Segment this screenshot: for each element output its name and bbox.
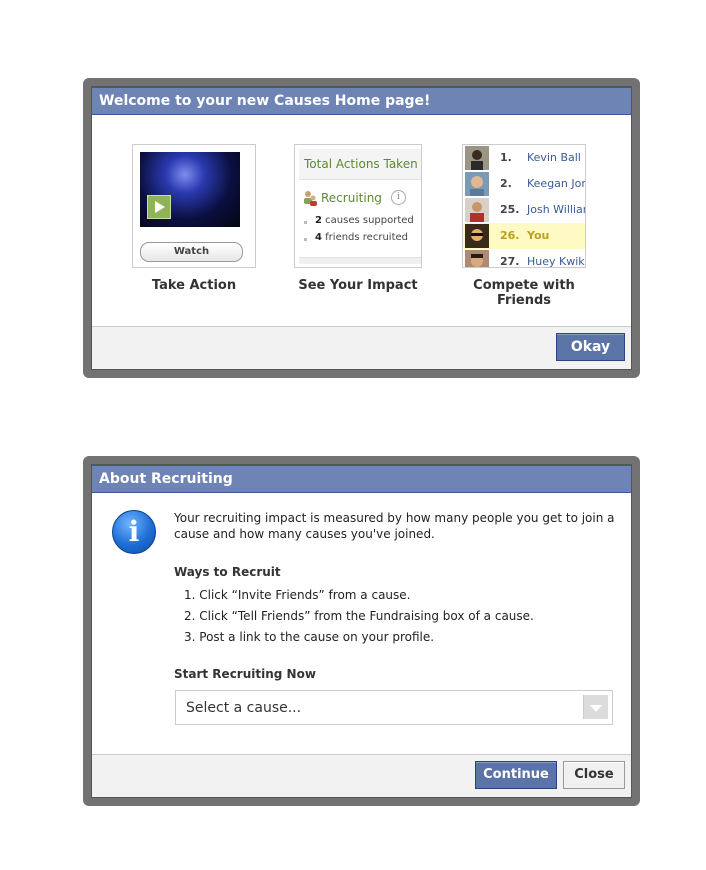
impact-count: 4 bbox=[315, 232, 322, 243]
impact-text: friends recruited bbox=[325, 232, 408, 243]
leaderboard-row-you[interactable]: 26. You bbox=[463, 223, 585, 249]
leaderboard-row[interactable]: 1. Kevin Ball bbox=[463, 145, 585, 171]
welcome-dialog-title: Welcome to your new Causes Home page! bbox=[92, 87, 631, 115]
impact-line: 4 friends recruited bbox=[304, 232, 408, 243]
welcome-dialog: Welcome to your new Causes Home page! Wa… bbox=[83, 78, 640, 378]
leaderboard-name[interactable]: Huey Kwik bbox=[527, 255, 585, 267]
avatar bbox=[465, 250, 489, 267]
avatar bbox=[465, 172, 489, 196]
info-icon[interactable]: i bbox=[391, 190, 406, 205]
compete-caption: Compete with Friends bbox=[473, 278, 575, 308]
impact-panel: Total Actions Taken Recruiting i 2 cause… bbox=[294, 144, 422, 268]
about-recruiting-title: About Recruiting bbox=[92, 465, 631, 493]
intro-text-line-2: cause and how many causes you've joined. bbox=[174, 527, 435, 541]
ways-list-item: 2. Click “Tell Friends” from the Fundrai… bbox=[184, 609, 534, 623]
chevron-down-icon[interactable] bbox=[583, 695, 608, 719]
impact-count: 2 bbox=[315, 215, 322, 226]
start-heading: Start Recruiting Now bbox=[174, 667, 316, 681]
avatar bbox=[465, 146, 489, 170]
leaderboard-rank: 25. bbox=[500, 203, 520, 216]
welcome-dialog-footer: Okay bbox=[92, 326, 631, 369]
impact-header: Total Actions Taken bbox=[299, 149, 421, 180]
recruiting-label: Recruiting bbox=[321, 191, 382, 205]
okay-button[interactable]: Okay bbox=[556, 333, 625, 361]
about-recruiting-dialog: About Recruiting i Your recruiting impac… bbox=[83, 456, 640, 806]
take-action-caption: Take Action bbox=[151, 278, 237, 293]
leaderboard-name: You bbox=[527, 229, 550, 242]
ways-heading: Ways to Recruit bbox=[174, 565, 281, 579]
intro-text-line-1: Your recruiting impact is measured by ho… bbox=[174, 511, 615, 525]
play-icon[interactable] bbox=[147, 195, 171, 219]
leaderboard-row[interactable]: 25. Josh Williams bbox=[463, 197, 585, 223]
impact-caption: See Your Impact bbox=[298, 278, 418, 293]
watch-button[interactable]: Watch bbox=[140, 242, 243, 262]
video-thumbnail[interactable] bbox=[140, 152, 240, 227]
compete-panel: 1. Kevin Ball 2. Keegan Jones 25. Josh W… bbox=[462, 144, 586, 268]
continue-button[interactable]: Continue bbox=[475, 761, 557, 789]
avatar bbox=[465, 224, 489, 248]
impact-line: 2 causes supported bbox=[304, 215, 414, 226]
impact-text: causes supported bbox=[325, 215, 414, 226]
leaderboard-rank: 26. bbox=[500, 229, 520, 242]
cause-select-value: Select a cause... bbox=[186, 700, 302, 716]
people-icon bbox=[304, 191, 317, 206]
close-button[interactable]: Close bbox=[563, 761, 625, 789]
leaderboard-rank: 27. bbox=[500, 255, 520, 268]
info-icon: i bbox=[112, 510, 156, 554]
avatar bbox=[465, 198, 489, 222]
leaderboard-row[interactable]: 27. Huey Kwik bbox=[463, 249, 585, 268]
leaderboard-name[interactable]: Keegan Jones bbox=[527, 177, 585, 190]
leaderboard-row[interactable]: 2. Keegan Jones bbox=[463, 171, 585, 197]
impact-footer-bar bbox=[299, 257, 421, 264]
take-action-panel: Watch bbox=[132, 144, 256, 268]
ways-list-item: 1. Click “Invite Friends” from a cause. bbox=[184, 588, 411, 602]
welcome-dialog-body: Welcome to your new Causes Home page! Wa… bbox=[91, 86, 632, 370]
leaderboard-name[interactable]: Kevin Ball bbox=[527, 151, 581, 164]
cause-select[interactable]: Select a cause... bbox=[175, 690, 613, 725]
leaderboard-rank: 2. bbox=[500, 177, 512, 190]
leaderboard-name[interactable]: Josh Williams bbox=[527, 203, 585, 216]
about-recruiting-dialog-body: About Recruiting i Your recruiting impac… bbox=[91, 464, 632, 798]
leaderboard-rank: 1. bbox=[500, 151, 512, 164]
ways-list-item: 3. Post a link to the cause on your prof… bbox=[184, 630, 435, 644]
about-recruiting-footer: Continue Close bbox=[92, 754, 631, 797]
